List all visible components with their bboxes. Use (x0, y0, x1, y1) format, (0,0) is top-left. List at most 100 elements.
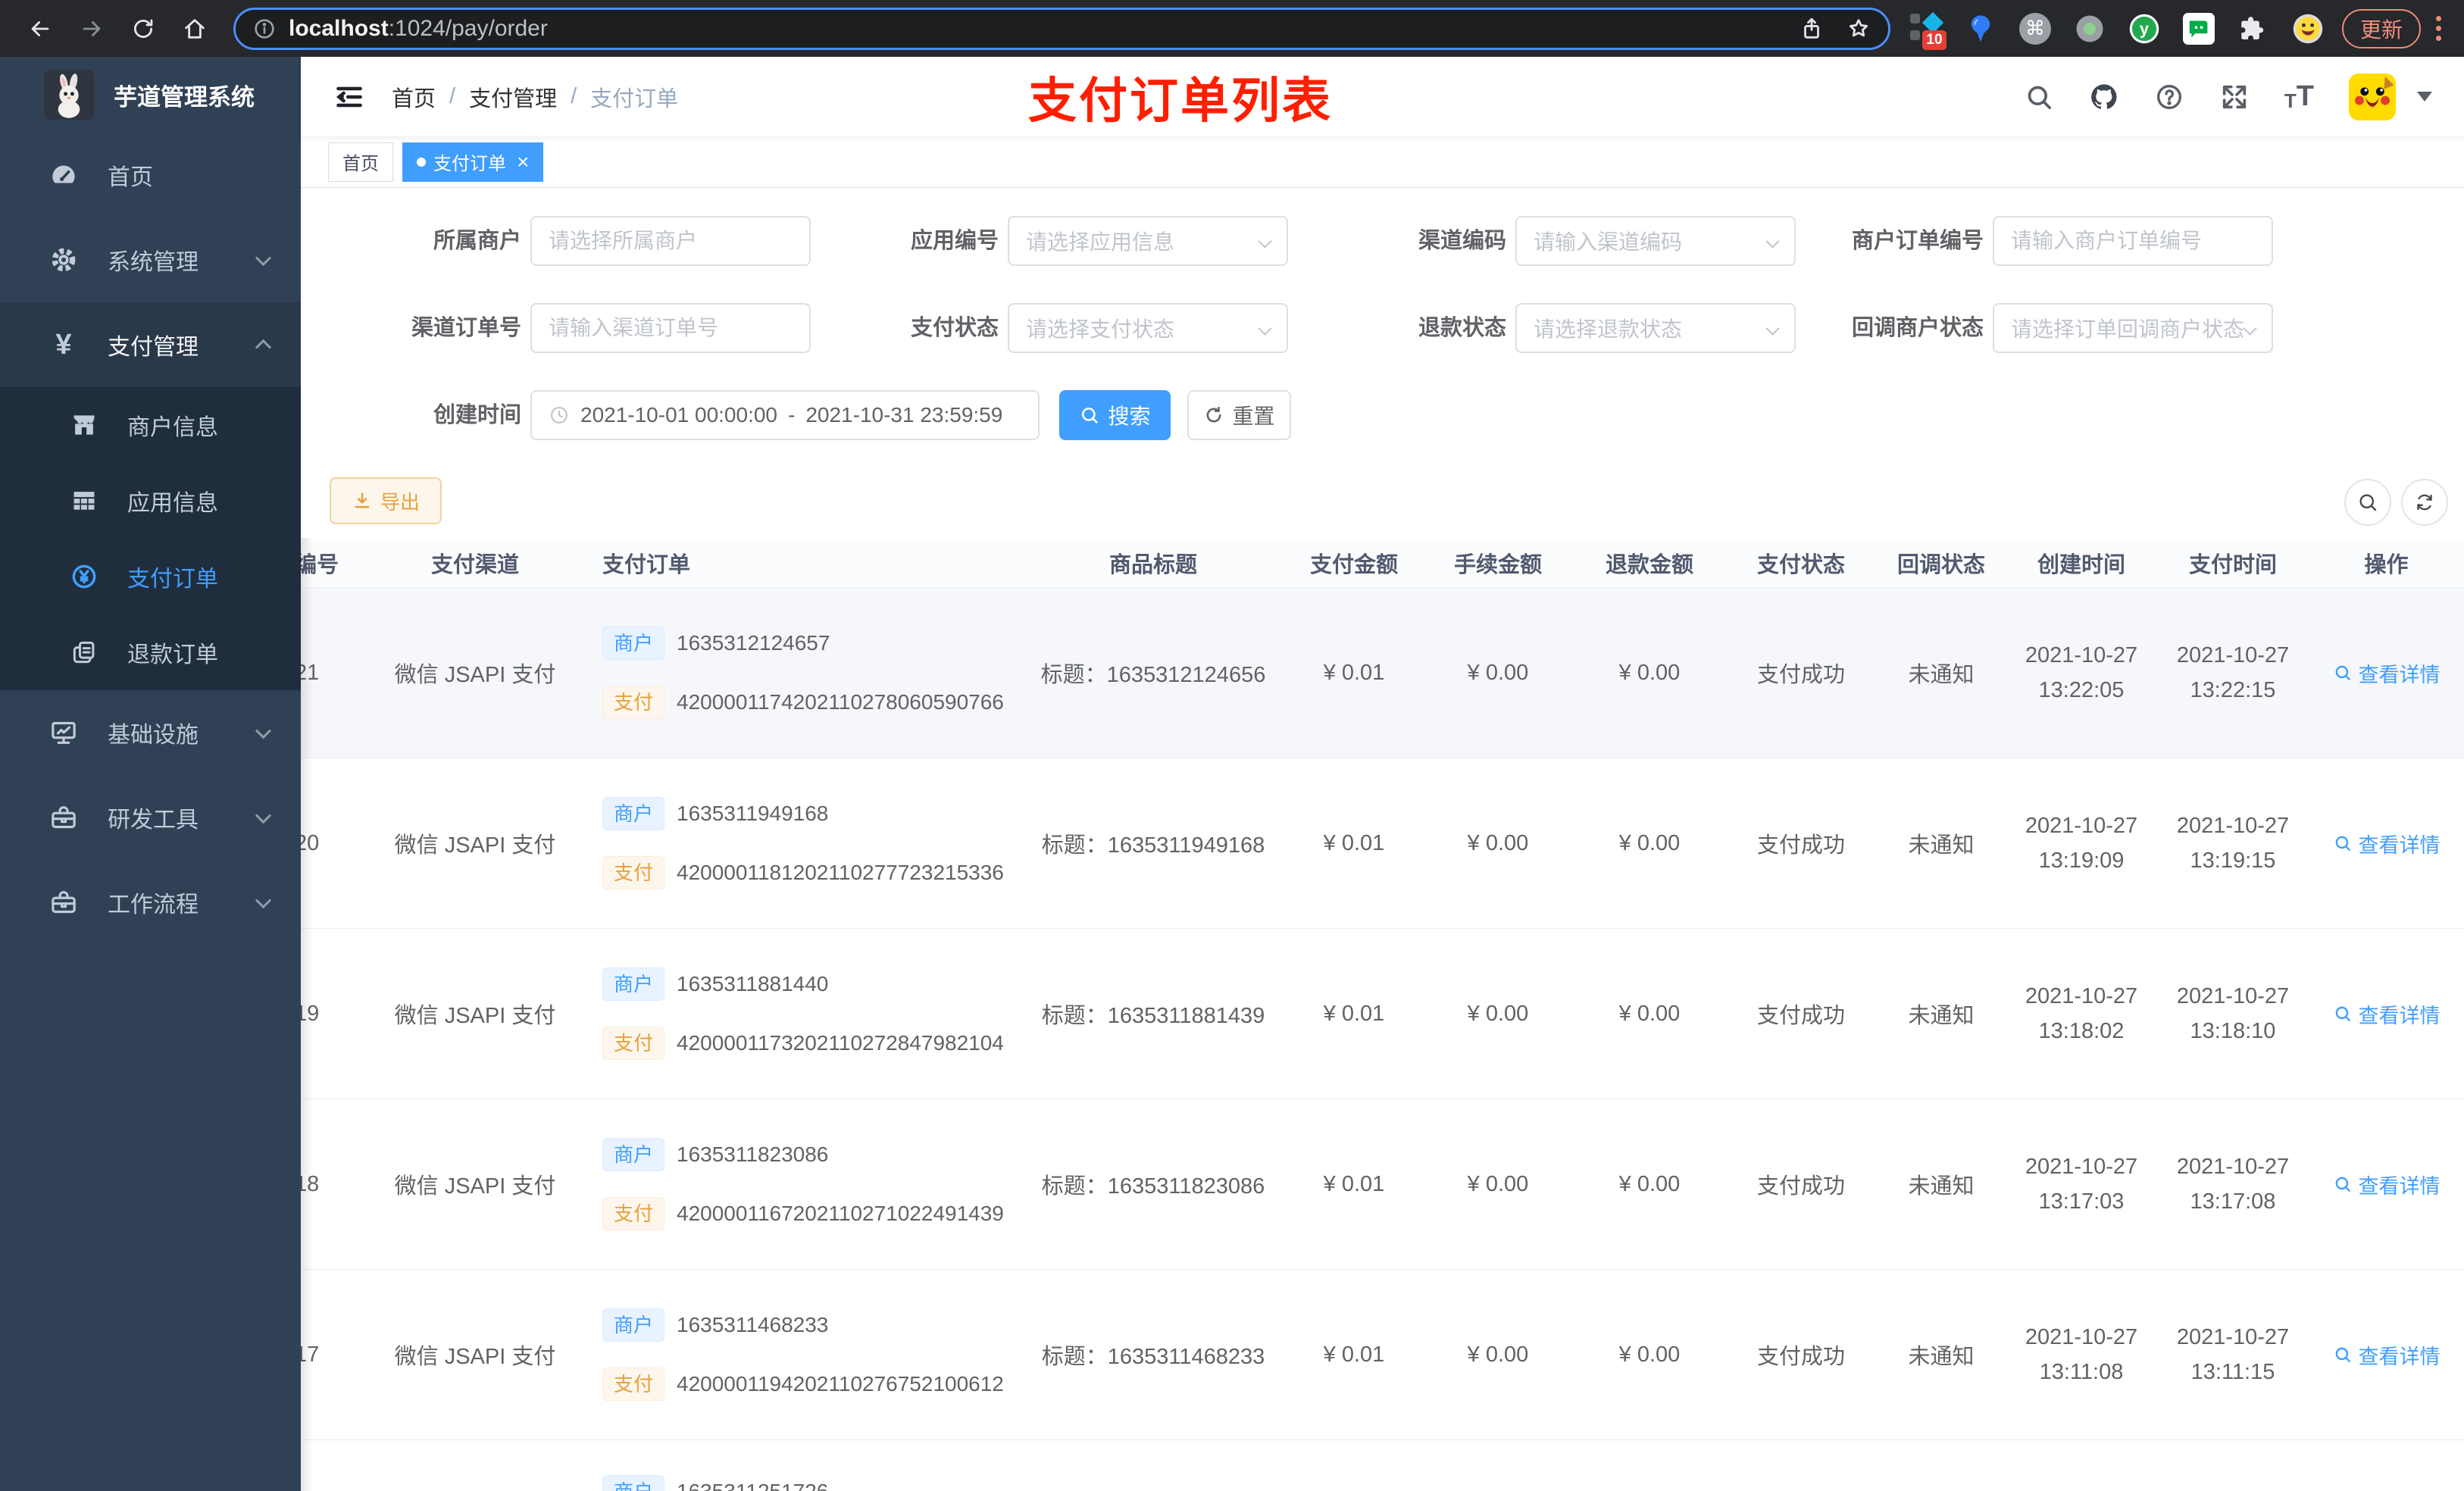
cell-created-time: 2021-10-27 13:19:09 (2025, 814, 2138, 873)
tab-pay-order[interactable]: 支付订单 (402, 142, 544, 182)
col-header-pay-status: 支付状态 (1756, 552, 1845, 577)
briefcase-icon (47, 886, 80, 919)
app-logo[interactable]: 芋道管理系统 (0, 57, 301, 133)
sidebar-item-infra[interactable]: 基础设施 (0, 690, 301, 775)
cell-id: 21 (301, 660, 320, 685)
channel-pay-no: 4200001194202110276752100612 (677, 1372, 1004, 1396)
extension-balloon-icon[interactable] (1963, 9, 1998, 48)
svg-text:y: y (2140, 19, 2150, 38)
cell-created-time: 2021-10-27 13:11:08 (2025, 1325, 2138, 1384)
table-row: 20 微信 JSAPI 支付 商户 1635311949168 支付 4200001… (301, 758, 2464, 929)
breadcrumb: 首页 支付管理 支付订单 (392, 81, 678, 113)
cell-fee: ¥ 0.00 (1467, 1342, 1529, 1367)
search-icon[interactable] (2024, 82, 2054, 112)
pay-status-filter-select[interactable]: 请选择支付状态 (1008, 303, 1288, 353)
col-header-channel: 支付渠道 (430, 552, 519, 577)
refund-status-filter-select[interactable]: 请选择退款状态 (1515, 303, 1796, 353)
font-size-icon[interactable]: TT (2284, 80, 2314, 113)
browser-back-icon[interactable] (20, 8, 61, 49)
merchant-filter-input[interactable] (530, 216, 811, 266)
channel-code-filter-select[interactable]: 请输入渠道编码 (1515, 216, 1796, 266)
sidebar-item-payment[interactable]: ¥ 支付管理 (0, 302, 301, 387)
extension-diamond-icon[interactable]: 10 (1909, 9, 1946, 50)
cell-pay-status: 支付成功 (1756, 663, 1845, 687)
tab-home[interactable]: 首页 (328, 142, 393, 182)
avatar-caret-icon[interactable] (2417, 92, 2432, 102)
channel-order-filter-input[interactable] (530, 303, 811, 353)
cell-channel: 微信 JSAPI 支付 (394, 1345, 556, 1369)
sidebar-item-pay-order[interactable]: 支付订单 (0, 539, 301, 614)
browser-reload-icon[interactable] (123, 8, 164, 49)
breadcrumb-payment[interactable]: 支付管理 (469, 81, 557, 113)
tab-close-icon[interactable] (517, 152, 529, 173)
merchant-order-no: 1635311468233 (677, 1313, 829, 1336)
toggle-search-button[interactable] (2344, 479, 2391, 526)
sidebar-item-workflow[interactable]: 工作流程 (0, 860, 301, 945)
bookmark-star-icon[interactable] (1846, 16, 1871, 42)
table-row: 21 微信 JSAPI 支付 商户 1635312124657 支付 4200001… (301, 588, 2464, 758)
view-detail-link[interactable]: 查看详情 (2309, 829, 2464, 858)
app-filter-select[interactable]: 请选择应用信息 (1008, 216, 1288, 266)
browser-home-icon[interactable] (174, 8, 215, 49)
sidebar-item-dev-tools[interactable]: 研发工具 (0, 775, 301, 860)
view-detail-link[interactable]: 查看详情 (2309, 1340, 2464, 1370)
site-info-icon[interactable] (252, 17, 277, 41)
view-detail-link[interactable]: 查看详情 (2309, 658, 2464, 688)
cell-id: 18 (301, 1171, 320, 1196)
sidebar-collapse-icon[interactable] (333, 80, 366, 114)
search-button[interactable]: 搜索 (1059, 390, 1171, 440)
export-button[interactable]: 导出 (330, 477, 442, 524)
view-detail-link[interactable]: 查看详情 (2309, 1170, 2464, 1199)
channel-pay-no: 4200001173202110272847982104 (677, 1031, 1004, 1055)
address-bar[interactable]: localhost:1024/pay/order (233, 7, 1890, 50)
col-header-id: 编号 (301, 552, 339, 577)
sidebar-item-refund-order[interactable]: 退款订单 (0, 614, 301, 690)
table-row: 17 微信 JSAPI 支付 商户 1635311468233 支付 4200001… (301, 1270, 2464, 1440)
browser-menu-icon[interactable] (2436, 16, 2441, 41)
pay-tag: 支付 (602, 1368, 665, 1401)
extensions-puzzle-icon[interactable] (2236, 9, 2271, 48)
extension-square-icon (1909, 13, 1920, 23)
fullscreen-icon[interactable] (2219, 82, 2250, 112)
view-detail-link[interactable]: 查看详情 (2309, 999, 2464, 1029)
extension-y-icon[interactable]: y (2127, 9, 2162, 48)
date-range-input[interactable]: 2021-10-01 00:00:00 - 2021-10-31 23:59:5… (530, 390, 1040, 440)
gear-icon (47, 243, 80, 277)
refresh-table-button[interactable] (2401, 479, 2448, 526)
github-icon[interactable] (2089, 82, 2119, 112)
notify-status-filter-label: 回调商户状态 (1851, 316, 1984, 340)
merchant-order-no: 1635311881440 (677, 972, 829, 996)
share-icon[interactable] (1799, 16, 1825, 42)
user-avatar[interactable] (2349, 73, 2396, 120)
url-text[interactable]: localhost:1024/pay/order (289, 16, 1778, 42)
cell-title: 标题：1635311949168 (1041, 833, 1265, 858)
browser-update-button[interactable]: 更新 (2341, 8, 2421, 48)
sidebar-item-label: 工作流程 (108, 892, 199, 917)
sidebar-item-app-info[interactable]: 应用信息 (0, 463, 301, 539)
sidebar-item-label: 基础设施 (108, 723, 199, 748)
extension-command-icon[interactable]: ⌘ (2018, 9, 2053, 48)
extension-record-icon[interactable] (2072, 9, 2107, 48)
browser-forward-icon[interactable] (71, 8, 112, 49)
sidebar-item-merchant-info[interactable]: 商户信息 (0, 387, 301, 463)
magnifier-icon (2335, 1177, 2350, 1192)
help-icon[interactable] (2154, 82, 2184, 112)
cell-pay-order: 商户 1635311949168 支付 4200001181202110277723… (581, 797, 1021, 889)
page-title-annotation: 支付订单列表 (1028, 73, 1333, 128)
sidebar-item-system[interactable]: 系统管理 (0, 217, 301, 302)
notify-status-filter-select[interactable]: 请选择订单回调商户状态 (1993, 303, 2273, 353)
sidebar-item-home[interactable]: 首页 (0, 133, 301, 217)
col-header-fee: 手续金额 (1453, 552, 1542, 577)
merchant-order-filter-input[interactable] (1993, 216, 2273, 266)
cell-notify-status: 未通知 (1908, 1345, 1975, 1369)
extension-chat-icon[interactable] (2181, 9, 2216, 48)
top-navbar: 首页 支付管理 支付订单 支付订单列表 TT (301, 57, 2464, 136)
cell-paid-time: 2021-10-27 13:19:15 (2176, 814, 2290, 873)
extension-emoji-icon[interactable] (2290, 9, 2325, 48)
col-header-title: 商品标题 (1108, 552, 1197, 577)
cell-id: 20 (301, 830, 320, 855)
breadcrumb-home[interactable]: 首页 (392, 81, 436, 113)
col-header-action: 操作 (2364, 552, 2409, 577)
magnifier-icon (2335, 1347, 2350, 1362)
reset-button[interactable]: 重置 (1187, 390, 1291, 440)
